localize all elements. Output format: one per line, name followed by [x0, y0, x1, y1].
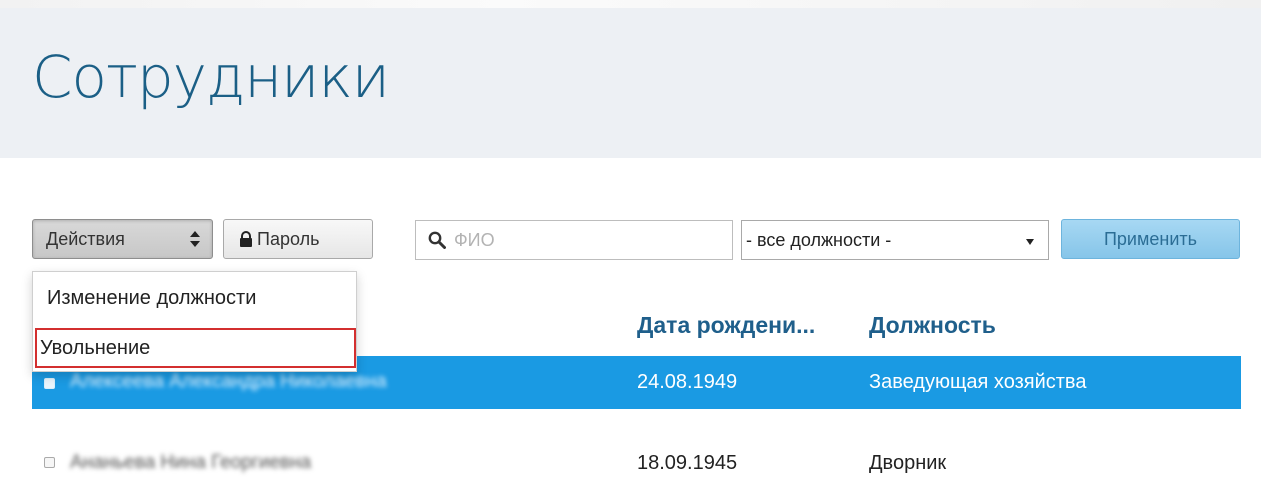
actions-button-label: Действия	[46, 228, 125, 249]
apply-button[interactable]: Применить	[1061, 219, 1240, 259]
page-title: Сотрудники	[32, 43, 390, 111]
updown-icon	[190, 231, 200, 247]
position: Дворник	[869, 452, 947, 474]
position-select-value: - все должности -	[746, 229, 892, 250]
apply-button-label: Применить	[1103, 228, 1197, 249]
column-header-birthdate[interactable]: Дата рождени...	[637, 312, 815, 339]
birth-date: 24.08.1949	[637, 371, 738, 393]
birth-date: 18.09.1945	[637, 452, 738, 474]
position-select[interactable]: - все должности -	[741, 220, 1049, 260]
position: Заведующая хозяйства	[869, 371, 1087, 393]
caret-down-icon	[1026, 239, 1034, 245]
employee-name: Алексеева Александра Николаевна	[70, 371, 387, 392]
row-checkbox[interactable]	[44, 457, 55, 468]
actions-dropdown-menu: Изменение должности Увольнение	[32, 271, 357, 372]
menu-item-change-position[interactable]: Изменение должности	[33, 287, 356, 310]
lock-icon	[240, 231, 252, 247]
search-input[interactable]	[452, 228, 726, 252]
table-row[interactable]: Ананьева Нина Георгиевна 18.09.1945 Двор…	[32, 435, 1241, 490]
top-strip	[0, 0, 1261, 8]
search-field[interactable]	[415, 220, 733, 260]
menu-item-dismissal[interactable]: Увольнение	[35, 328, 356, 368]
employee-name: Ананьева Нина Георгиевна	[70, 452, 312, 473]
search-icon	[428, 231, 446, 249]
password-button-label: Пароль	[257, 228, 320, 249]
row-checkbox[interactable]	[44, 378, 55, 389]
column-header-position[interactable]: Должность	[869, 312, 996, 339]
page-header: Сотрудники	[0, 8, 1261, 158]
actions-button[interactable]: Действия	[32, 219, 213, 259]
password-button[interactable]: Пароль	[223, 219, 373, 259]
